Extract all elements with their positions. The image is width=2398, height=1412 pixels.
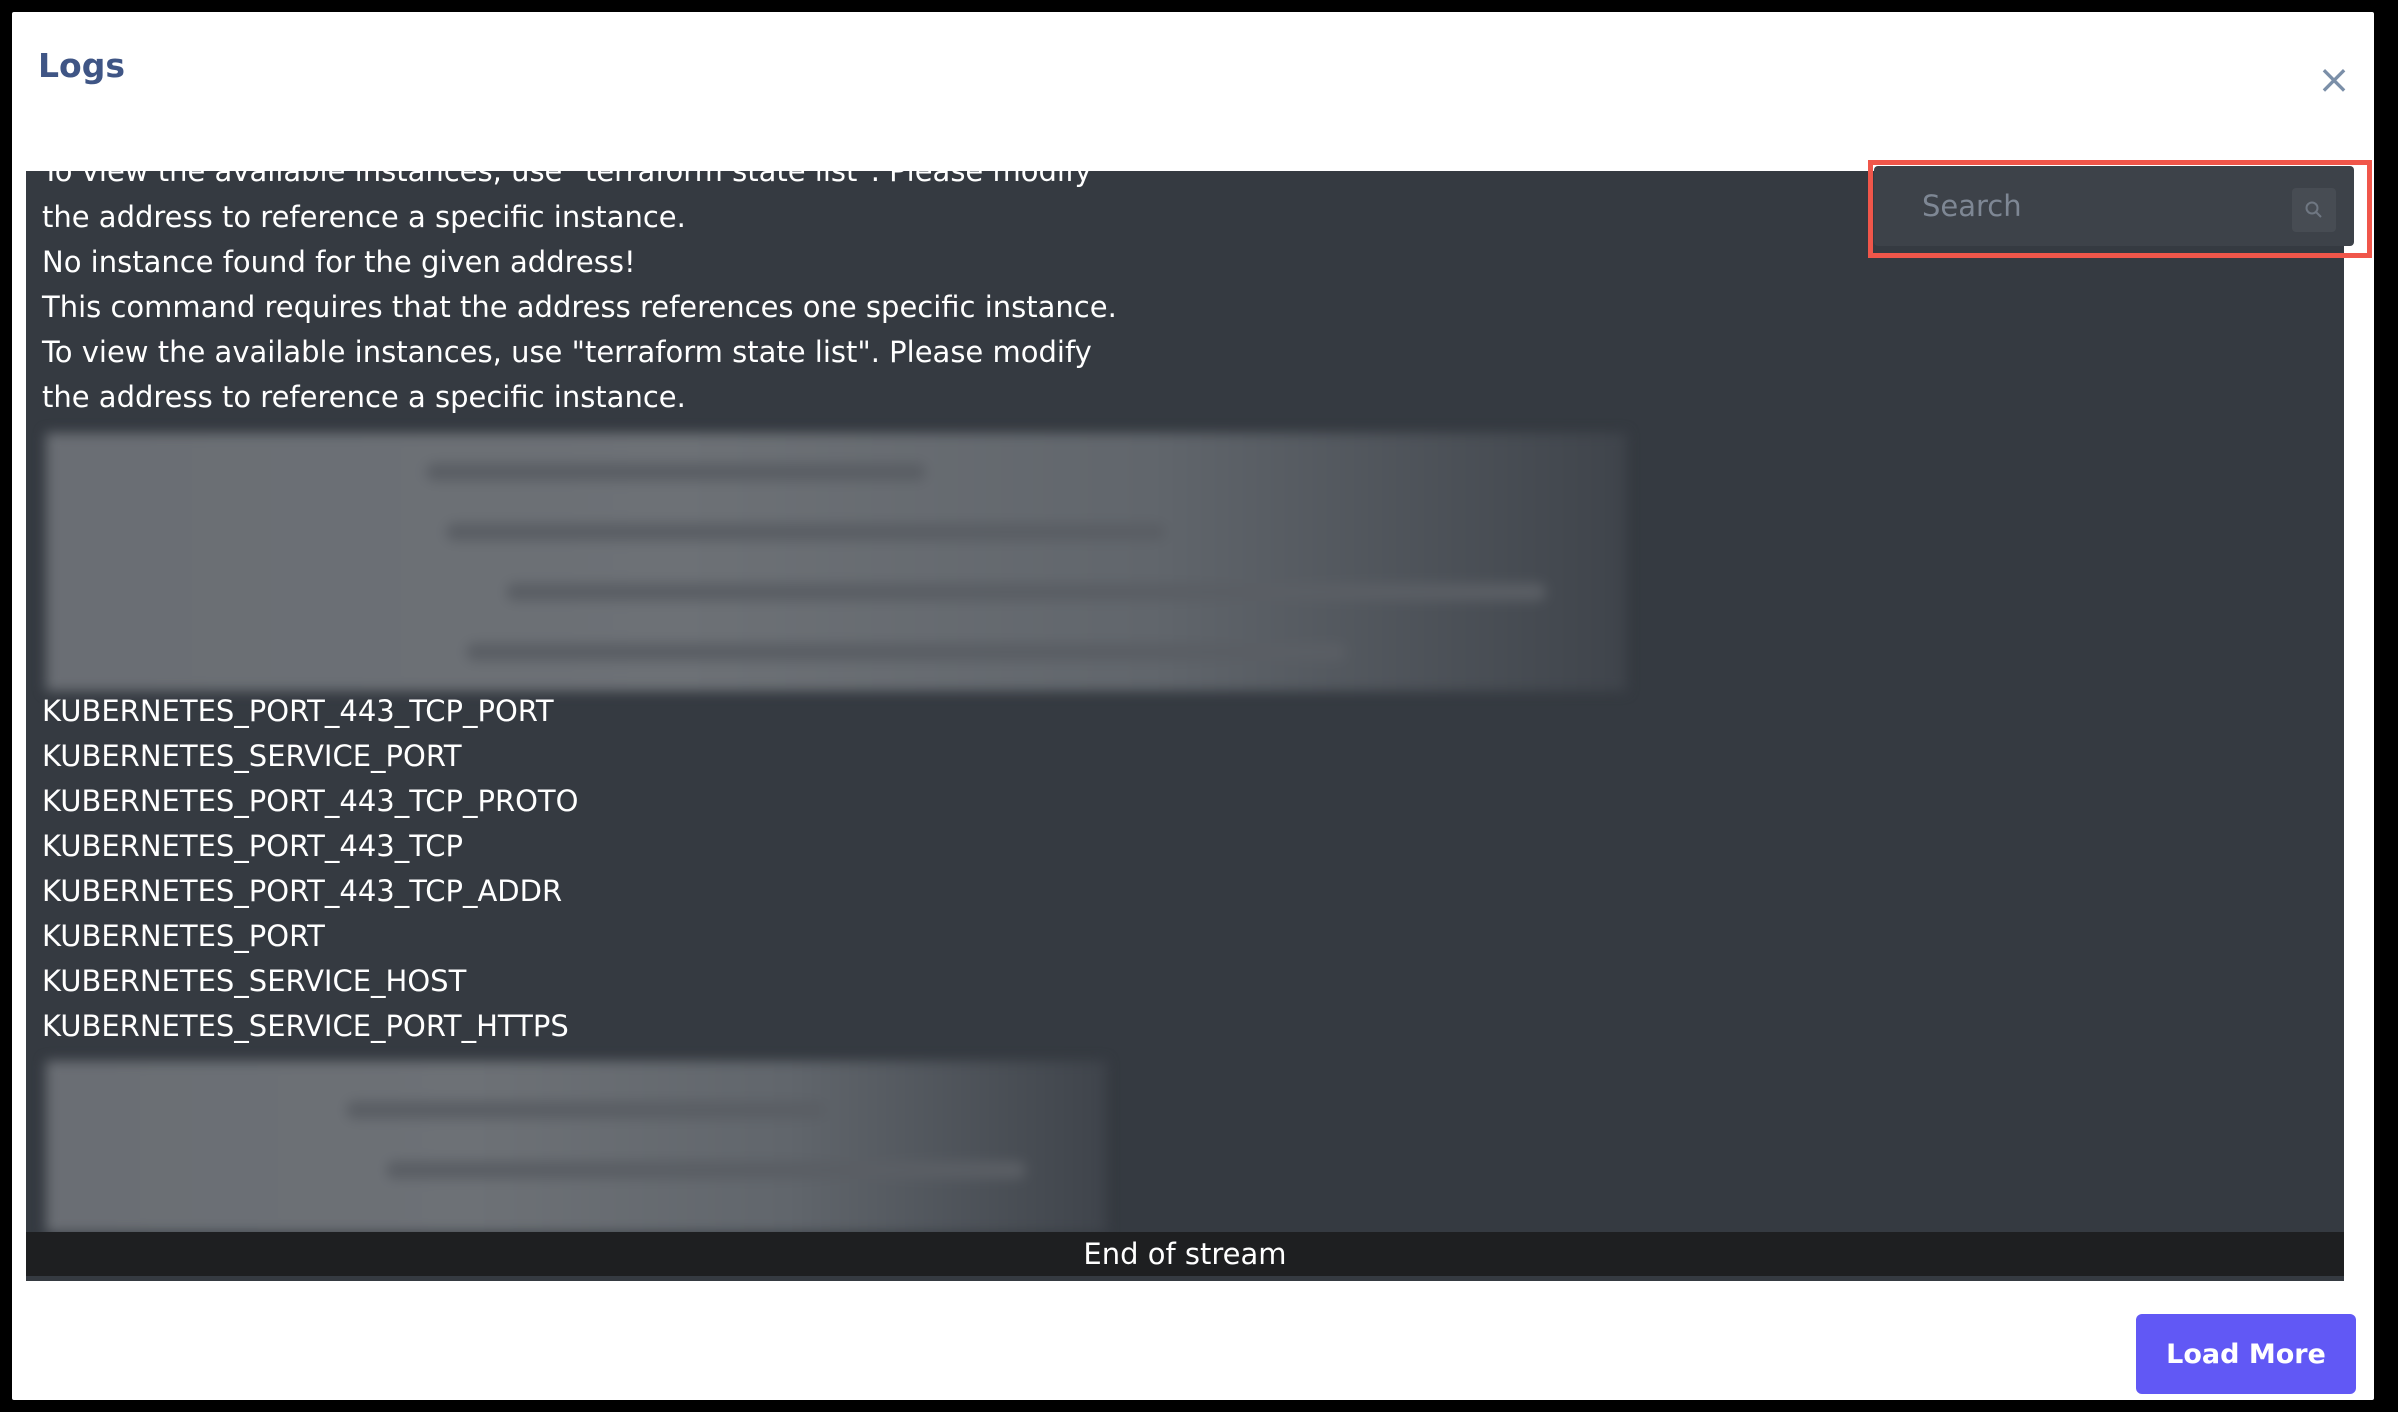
log-line: KUBERNETES_SERVICE_PORT_HTTPS [42, 1009, 569, 1043]
log-line: KUBERNETES_PORT [42, 919, 325, 953]
log-line: This command requires that the address r… [42, 290, 1117, 324]
modal-title: Logs [38, 46, 125, 85]
log-viewer[interactable]: To view the available instances, use "te… [26, 171, 2344, 1281]
redacted-block [46, 1061, 1106, 1233]
log-search [1874, 166, 2354, 246]
load-more-button[interactable]: Load More [2136, 1314, 2356, 1394]
log-line: KUBERNETES_PORT_443_TCP_PROTO [42, 784, 579, 818]
search-input[interactable] [1874, 166, 2274, 246]
search-button[interactable] [2292, 188, 2336, 232]
log-line: KUBERNETES_PORT_443_TCP [42, 829, 463, 863]
log-line: To view the available instances, use "te… [42, 171, 1092, 188]
log-line: the address to reference a specific inst… [42, 200, 686, 234]
log-line: To view the available instances, use "te… [42, 335, 1092, 369]
close-icon[interactable]: × [2314, 60, 2354, 100]
log-line: KUBERNETES_SERVICE_HOST [42, 964, 467, 998]
log-line: the address to reference a specific inst… [42, 380, 686, 414]
log-line: No instance found for the given address! [42, 245, 636, 279]
log-line: KUBERNETES_PORT_443_TCP_PORT [42, 694, 554, 728]
log-line: KUBERNETES_PORT_443_TCP_ADDR [42, 874, 563, 908]
redacted-block [46, 433, 1626, 691]
log-line: KUBERNETES_SERVICE_PORT [42, 739, 462, 773]
search-icon [2305, 201, 2322, 218]
end-of-stream-bar: End of stream [26, 1232, 2344, 1276]
